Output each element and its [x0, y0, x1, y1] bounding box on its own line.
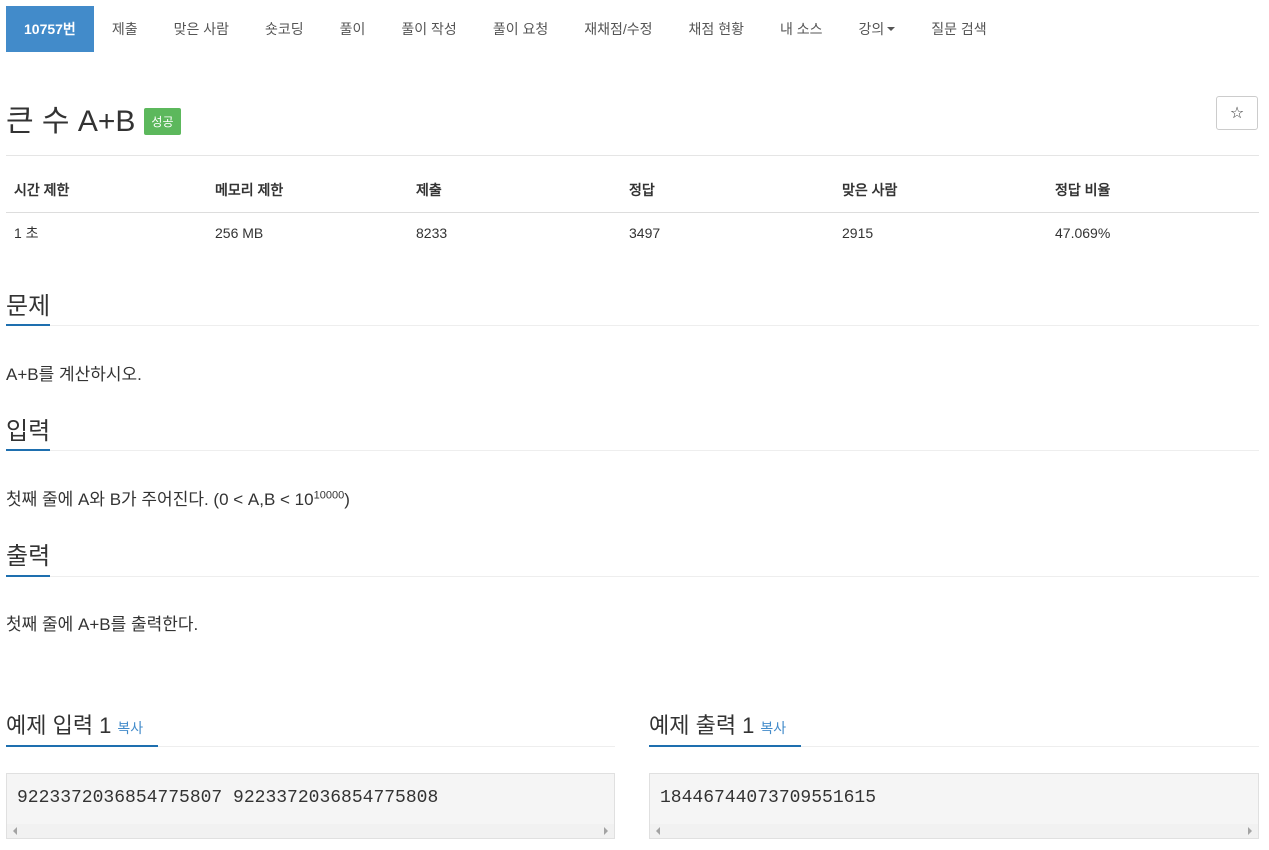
- nav-tab-status[interactable]: 채점 현황: [671, 6, 762, 52]
- favorite-button[interactable]: ☆: [1216, 96, 1258, 130]
- header-divider: [6, 155, 1259, 156]
- copy-sample-input-link[interactable]: 복사: [117, 720, 143, 736]
- sample-output-label: 예제 출력 1: [649, 713, 755, 738]
- table-header: 제출: [408, 178, 621, 213]
- problem-section-title: 문제: [6, 293, 51, 320]
- nav-tab-problem[interactable]: 10757번: [6, 6, 94, 52]
- table-header: 시간 제한: [6, 178, 207, 213]
- table-cell: 8233: [416, 225, 448, 241]
- problem-header: 큰 수 A+B 성공: [6, 96, 181, 140]
- page-title: 큰 수 A+B: [6, 105, 136, 138]
- sample-output-title: 예제 출력 1 복사: [649, 708, 786, 740]
- output-section-title: 출력: [6, 543, 51, 570]
- input-exponent: 10000: [313, 489, 345, 502]
- table-header-row: 시간 제한 메모리 제한 제출 정답 맞은 사람 정답 비율: [6, 178, 1259, 213]
- problem-info-table: 시간 제한 메모리 제한 제출 정답 맞은 사람 정답 비율 1 초 256 M…: [6, 178, 1259, 253]
- sample-input-title: 예제 입력 1 복사: [6, 708, 143, 740]
- table-cell: 2915: [842, 225, 874, 241]
- table-cell: 3497: [629, 225, 661, 241]
- star-icon: ☆: [1229, 105, 1245, 122]
- problem-description: A+B를 계산하시오.: [6, 365, 142, 384]
- sample-input-box[interactable]: 9223372036854775807 9223372036854775808: [6, 773, 615, 839]
- nav-tab-accepted-users[interactable]: 맞은 사람: [156, 6, 247, 52]
- table-cell: 256 MB: [215, 225, 264, 241]
- sample-output-value: 18446744073709551615: [660, 788, 877, 808]
- table-header: 정답 비율: [1047, 178, 1259, 213]
- scroll-right-icon[interactable]: [1248, 827, 1252, 835]
- horizontal-scrollbar[interactable]: [7, 824, 614, 838]
- scroll-left-icon[interactable]: [13, 827, 17, 835]
- table-header: 정답: [621, 178, 834, 213]
- sample-input-value: 9223372036854775807 9223372036854775808: [17, 788, 439, 808]
- copy-sample-output-link[interactable]: 복사: [760, 720, 786, 736]
- table-cell: 1 초: [14, 225, 39, 241]
- horizontal-scrollbar[interactable]: [650, 824, 1258, 838]
- output-section-divider: [6, 575, 1259, 577]
- problem-section-divider: [6, 324, 1259, 326]
- nav-tab-lecture-label: 강의: [858, 21, 885, 37]
- nav-tab-question-search[interactable]: 질문 검색: [913, 6, 1004, 52]
- table-header: 맞은 사람: [834, 178, 1047, 213]
- input-section-title: 입력: [6, 418, 51, 445]
- output-description: 첫째 줄에 A+B를 출력한다.: [6, 615, 199, 634]
- input-description: 첫째 줄에 A와 B가 주어진다. (0 < A,B < 1010000): [6, 485, 350, 510]
- nav-tab-short-coding[interactable]: 숏코딩: [247, 6, 322, 52]
- sample-input-label: 예제 입력 1: [6, 713, 112, 738]
- nav-tab-rejudge[interactable]: 재채점/수정: [566, 6, 670, 52]
- nav-tab-solutions[interactable]: 풀이: [322, 6, 384, 52]
- table-cell: 47.069%: [1055, 225, 1111, 241]
- sample-output-divider: [649, 745, 1259, 747]
- nav-tab-my-source[interactable]: 내 소스: [762, 6, 841, 52]
- caret-down-icon: [887, 27, 896, 31]
- sample-output-box[interactable]: 18446744073709551615: [649, 773, 1259, 839]
- scroll-left-icon[interactable]: [656, 827, 660, 835]
- problem-nav: 10757번 제출 맞은 사람 숏코딩 풀이 풀이 작성 풀이 요청 재채점/수…: [6, 6, 1005, 52]
- table-header: 메모리 제한: [207, 178, 408, 213]
- input-description-text: 첫째 줄에 A와 B가 주어진다. (0 < A,B < 10: [6, 490, 314, 509]
- nav-tab-write-solution[interactable]: 풀이 작성: [383, 6, 474, 52]
- status-badge: 성공: [144, 107, 181, 135]
- scroll-right-icon[interactable]: [604, 827, 608, 835]
- input-description-end: ): [344, 490, 350, 509]
- nav-tab-request-solution[interactable]: 풀이 요청: [475, 6, 566, 52]
- nav-tab-lecture[interactable]: 강의: [841, 6, 914, 52]
- table-row: 1 초 256 MB 8233 3497 2915 47.069%: [6, 213, 1259, 254]
- nav-tab-submit[interactable]: 제출: [94, 6, 156, 52]
- sample-input-divider: [6, 745, 615, 747]
- input-section-divider: [6, 449, 1259, 451]
